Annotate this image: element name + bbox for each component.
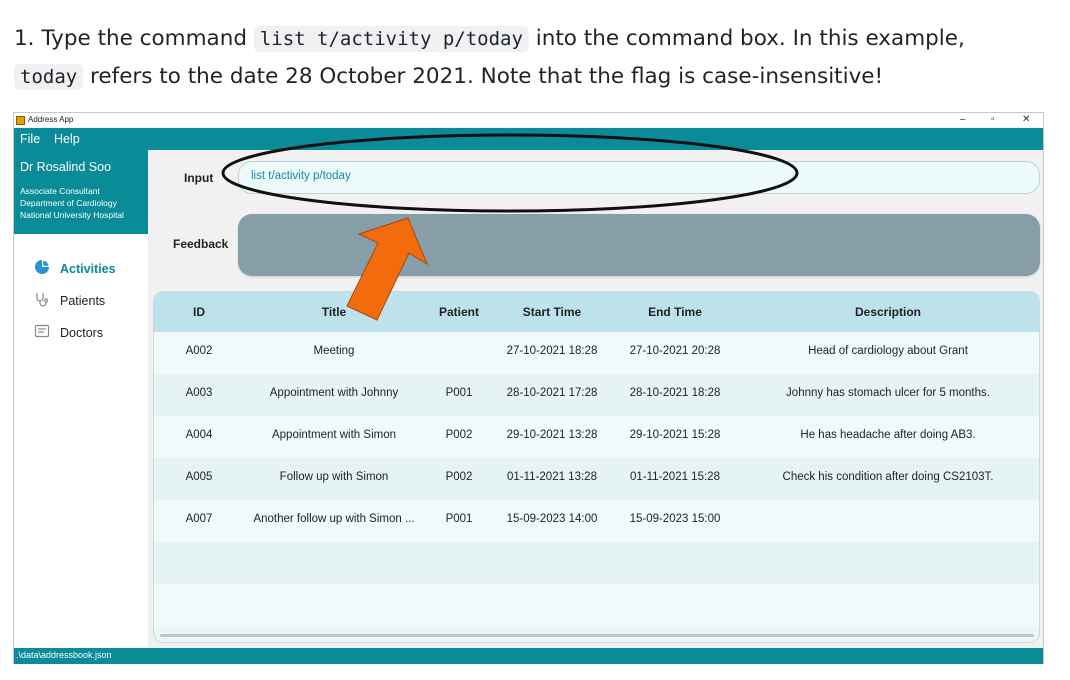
pointer-arrow	[346, 217, 429, 321]
annotation-overlay	[221, 133, 799, 321]
highlight-ellipse	[221, 133, 799, 213]
